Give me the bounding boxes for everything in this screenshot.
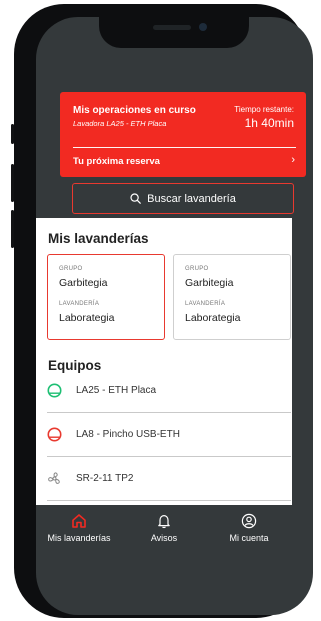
account-icon <box>241 513 257 529</box>
laundry-caption: LAVANDERÍA <box>59 301 100 307</box>
washer-status-icon <box>47 383 62 398</box>
nav-item-notifications[interactable]: Avisos <box>122 513 206 543</box>
group-name: Garbitegia <box>59 277 108 289</box>
laundry-card[interactable]: GRUPO Garbitegia LAVANDERÍA Laborategia <box>173 254 291 340</box>
search-icon <box>130 193 142 204</box>
equipment-row[interactable]: SR-2-11 TP2 <box>36 457 291 501</box>
group-caption: GRUPO <box>185 266 209 272</box>
equipment-label: LA8 - Pincho USB-ETH <box>76 429 180 440</box>
nav-label: Avisos <box>150 533 178 543</box>
operations-title: Mis operaciones en curso <box>73 105 196 116</box>
chevron-right-icon[interactable]: › <box>291 154 295 166</box>
nav-label: Mis lavanderías <box>47 533 111 543</box>
remaining-time-value: 1h 40min <box>244 116 294 130</box>
nav-item-laundries[interactable]: Mis lavanderías <box>36 513 122 543</box>
next-reservation-link[interactable]: Tu próxima reserva <box>73 156 160 167</box>
group-caption: GRUPO <box>59 266 83 272</box>
dryer-fan-icon <box>48 472 60 484</box>
group-name: Garbitegia <box>185 277 234 289</box>
volume-up-button <box>11 164 14 202</box>
notch <box>99 17 249 48</box>
equipment-row[interactable]: LA8 - Pincho USB-ETH <box>36 413 291 457</box>
bottom-nav: Mis lavanderías Avisos Mi cuenta <box>36 505 292 551</box>
equipment-label: SR-2-11 TP2 <box>76 473 134 484</box>
remaining-time-label: Tiempo restante: <box>234 105 294 114</box>
row-divider <box>47 500 291 501</box>
laundry-name: Laborategia <box>185 312 241 324</box>
bell-icon <box>158 515 170 529</box>
main-content: Mis lavanderías GRUPO Garbitegia LAVANDE… <box>36 218 292 505</box>
search-laundry-button[interactable]: Buscar lavandería <box>72 183 294 214</box>
nav-label: Mi cuenta <box>229 533 269 543</box>
search-label: Buscar lavandería <box>147 192 236 205</box>
operations-divider <box>73 147 296 148</box>
laundries-title: Mis lavanderías <box>48 231 149 246</box>
volume-down-button <box>11 210 14 248</box>
laundry-card[interactable]: GRUPO Garbitegia LAVANDERÍA Laborategia <box>47 254 165 340</box>
speaker <box>153 25 191 30</box>
laundry-caption: LAVANDERÍA <box>185 301 226 307</box>
equipment-row[interactable]: LA25 - ETH Placa <box>36 369 291 413</box>
operations-card[interactable]: Mis operaciones en curso Lavadora LA25 -… <box>60 92 306 177</box>
operations-device: Lavadora LA25 - ETH Placa <box>73 119 167 128</box>
home-icon <box>72 514 86 528</box>
equipment-label: LA25 - ETH Placa <box>76 385 157 396</box>
laundry-name: Laborategia <box>59 312 115 324</box>
washer-status-icon <box>47 427 62 442</box>
front-camera <box>199 23 207 31</box>
nav-item-account[interactable]: Mi cuenta <box>206 513 292 543</box>
mute-switch <box>11 124 14 144</box>
